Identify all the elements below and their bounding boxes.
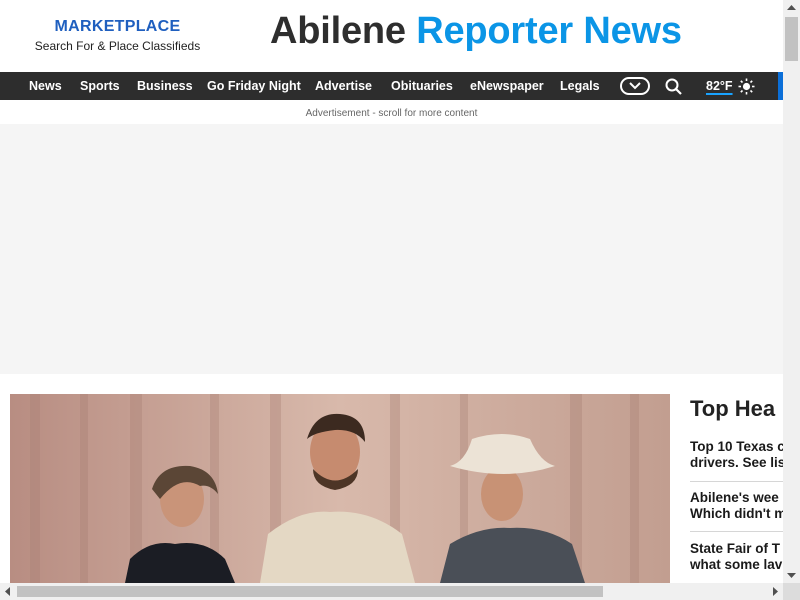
masthead: MARKETPLACE Search For & Place Classifie… — [0, 0, 783, 72]
hero-photo-illustration — [10, 394, 670, 583]
nav-item-go-friday-night[interactable]: Go Friday Night — [207, 72, 301, 100]
site-logo[interactable]: Abilene Reporter News — [270, 10, 682, 53]
nav-item-legals[interactable]: Legals — [560, 72, 600, 100]
headline-divider — [690, 481, 783, 482]
scroll-right-icon[interactable] — [766, 583, 783, 600]
headline-1-line1: Top 10 Texas c — [690, 439, 783, 454]
weather-link[interactable]: 82°F — [706, 72, 733, 100]
site-name-part2: Reporter News — [416, 10, 682, 52]
scroll-down-icon[interactable] — [783, 566, 800, 583]
nav-item-business[interactable]: Business — [137, 72, 193, 100]
vertical-scroll-thumb[interactable] — [785, 17, 798, 61]
headline-3-line1: State Fair of T — [690, 541, 781, 556]
nav-search-button[interactable] — [665, 78, 682, 100]
horizontal-scroll-thumb[interactable] — [17, 586, 603, 597]
nav-item-obituaries[interactable]: Obituaries — [391, 72, 453, 100]
headline-divider — [690, 531, 783, 532]
nav-item-enewspaper[interactable]: eNewspaper — [470, 72, 544, 100]
chevron-down-icon — [629, 82, 641, 90]
hero-image[interactable] — [10, 394, 670, 583]
marketplace-title: MARKETPLACE — [54, 18, 181, 35]
browser-viewport: MARKETPLACE Search For & Place Classifie… — [0, 0, 783, 583]
headline-1[interactable]: Top 10 Texas c drivers. See lis — [690, 439, 783, 471]
headline-2-line1: Abilene's wee — [690, 490, 779, 505]
headline-2[interactable]: Abilene's wee Which didn't m — [690, 490, 783, 522]
marketplace-link[interactable]: MARKETPLACE Search For & Place Classifie… — [20, 18, 215, 53]
nav-more-button[interactable] — [620, 77, 650, 95]
ad-slot — [0, 124, 783, 374]
site-name-part1: Abilene — [270, 10, 406, 52]
main-nav: News Sports Business Go Friday Night Adv… — [0, 72, 783, 100]
headline-1-line2: drivers. See lis — [690, 455, 783, 470]
sun-icon — [738, 78, 755, 95]
scroll-left-icon[interactable] — [0, 583, 17, 600]
horizontal-scrollbar[interactable] — [0, 583, 783, 600]
headline-2-line2: Which didn't m — [690, 506, 783, 521]
marketplace-subtitle: Search For & Place Classifieds — [34, 39, 201, 53]
nav-item-news[interactable]: News — [29, 72, 62, 100]
ad-label: Advertisement - scroll for more content — [305, 108, 478, 119]
nav-item-advertise[interactable]: Advertise — [315, 72, 372, 100]
headline-3-line2: what some lav — [690, 557, 783, 572]
headline-3[interactable]: State Fair of T what some lav — [690, 541, 783, 573]
vertical-scrollbar[interactable] — [783, 0, 800, 583]
top-headlines-title: Top Hea — [690, 396, 776, 421]
search-icon — [665, 78, 682, 95]
nav-item-sports[interactable]: Sports — [80, 72, 120, 100]
weather-temp: 82°F — [706, 79, 733, 93]
scroll-up-icon[interactable] — [783, 0, 800, 17]
scrollbar-corner — [783, 583, 800, 600]
